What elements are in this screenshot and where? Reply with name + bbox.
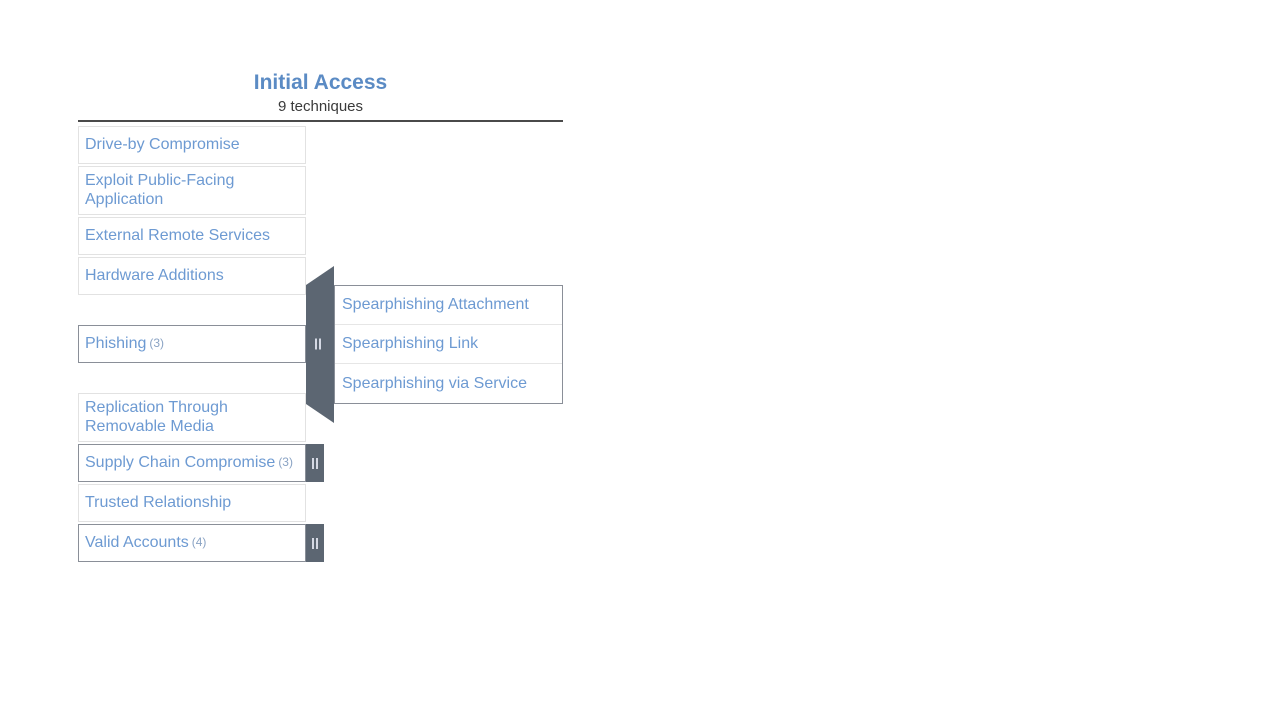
technique-row: Drive-by Compromise bbox=[78, 126, 678, 164]
technique-row: Phishing (3) Spearphishing Attachment Spear… bbox=[78, 265, 678, 423]
subtechnique-cell[interactable]: Spearphishing Link bbox=[335, 325, 562, 364]
technique-cell[interactable]: Replication Through Removable Media bbox=[78, 393, 306, 442]
technique-cell[interactable]: External Remote Services bbox=[78, 217, 306, 255]
technique-list: Drive-by Compromise Exploit Public-Facing… bbox=[78, 122, 678, 562]
technique-cell[interactable]: Exploit Public-Facing Application bbox=[78, 166, 306, 215]
technique-cell[interactable]: Drive-by Compromise bbox=[78, 126, 306, 164]
technique-row: Valid Accounts (4) bbox=[78, 524, 678, 562]
pause-bars-icon bbox=[312, 537, 318, 549]
subtechnique-label: Spearphishing via Service bbox=[342, 374, 527, 392]
technique-label: Hardware Additions bbox=[85, 267, 224, 284]
technique-label: External Remote Services bbox=[85, 227, 270, 244]
technique-cell[interactable]: Hardware Additions bbox=[78, 257, 306, 295]
technique-label: Trusted Relationship bbox=[85, 494, 232, 511]
subtechnique-count: (3) bbox=[278, 455, 293, 469]
subtechnique-count: (3) bbox=[149, 336, 165, 350]
subtechnique-label: Spearphishing Attachment bbox=[342, 296, 529, 313]
technique-cell[interactable]: Valid Accounts (4) bbox=[78, 524, 306, 562]
technique-label: Exploit Public-Facing Application bbox=[85, 172, 235, 208]
subtechnique-panel: Spearphishing Attachment Spearphishing Li… bbox=[306, 265, 563, 423]
technique-label: Supply Chain Compromise bbox=[85, 454, 276, 471]
subtechnique-cell[interactable]: Spearphishing Attachment bbox=[335, 286, 562, 325]
technique-label: Replication Through Removable Media bbox=[85, 399, 228, 435]
pause-bars-icon bbox=[315, 338, 321, 350]
technique-row: Exploit Public-Facing Application bbox=[78, 166, 678, 215]
tactic-technique-count: 9 techniques bbox=[277, 98, 364, 115]
subtechnique-count: (4) bbox=[191, 535, 207, 549]
subtechnique-label: Spearphishing Link bbox=[342, 335, 479, 352]
technique-cell[interactable]: Supply Chain Compromise (3) bbox=[78, 444, 306, 482]
subtechnique-cell[interactable]: Spearphishing via Service bbox=[335, 364, 562, 403]
technique-row: External Remote Services bbox=[78, 217, 678, 255]
technique-label: Drive-by Compromise bbox=[85, 136, 240, 153]
technique-row: Supply Chain Compromise (3) bbox=[78, 444, 678, 482]
technique-row: Trusted Relationship bbox=[78, 484, 678, 522]
tactic-column: Initial Access 9 techniques Drive-by Com… bbox=[78, 70, 678, 564]
subtechnique-list: Spearphishing Attachment Spearphishing Li… bbox=[334, 284, 563, 404]
technique-label: Valid Accounts bbox=[85, 534, 189, 551]
technique-cell[interactable]: Phishing (3) bbox=[78, 325, 306, 363]
technique-cell[interactable]: Trusted Relationship bbox=[78, 484, 306, 522]
subtechnique-toggle-button[interactable] bbox=[306, 444, 324, 482]
tactic-header: Initial Access 9 techniques bbox=[78, 70, 563, 122]
pause-bars-icon bbox=[312, 457, 318, 469]
tactic-name[interactable]: Initial Access bbox=[78, 70, 563, 96]
subtechnique-toggle-button[interactable] bbox=[306, 524, 324, 562]
technique-label: Phishing bbox=[85, 335, 147, 352]
subtechnique-connector[interactable] bbox=[306, 265, 334, 423]
